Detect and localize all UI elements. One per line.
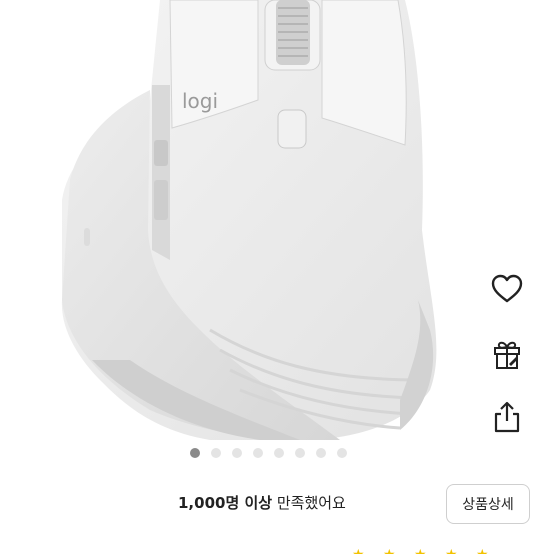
heart-icon [491, 274, 523, 303]
carousel-dot[interactable] [232, 448, 242, 458]
product-detail-button[interactable]: 상품상세 [446, 484, 530, 524]
star-icon: ★ [476, 546, 492, 554]
star-icon: ★ [352, 546, 368, 554]
gift-icon [494, 341, 520, 369]
product-image: logi [61, 0, 437, 440]
carousel-dot[interactable] [274, 448, 284, 458]
star-icon: ★ [414, 546, 430, 554]
star-icon: ★ [445, 546, 461, 554]
product-image-area[interactable]: logi [0, 0, 554, 440]
brand-logo: logi [182, 89, 218, 113]
carousel-dot[interactable] [211, 448, 221, 458]
star-icon: ★ [383, 546, 399, 554]
wishlist-button[interactable] [486, 268, 528, 310]
satisfaction-count: 1,000명 이상 [178, 494, 273, 512]
carousel-dot[interactable] [295, 448, 305, 458]
share-button[interactable] [486, 396, 528, 438]
rating-stars: ★ ★ ★ ★ ★ [352, 546, 492, 554]
carousel-indicator [190, 446, 347, 460]
gift-button[interactable] [486, 334, 528, 376]
carousel-dot[interactable] [316, 448, 326, 458]
carousel-dot[interactable] [337, 448, 347, 458]
carousel-dot[interactable] [253, 448, 263, 458]
satisfaction-summary: 1,000명 이상 만족했어요 [178, 492, 346, 513]
satisfaction-text: 만족했어요 [276, 494, 346, 512]
share-icon [494, 401, 520, 433]
carousel-dot[interactable] [190, 448, 200, 458]
